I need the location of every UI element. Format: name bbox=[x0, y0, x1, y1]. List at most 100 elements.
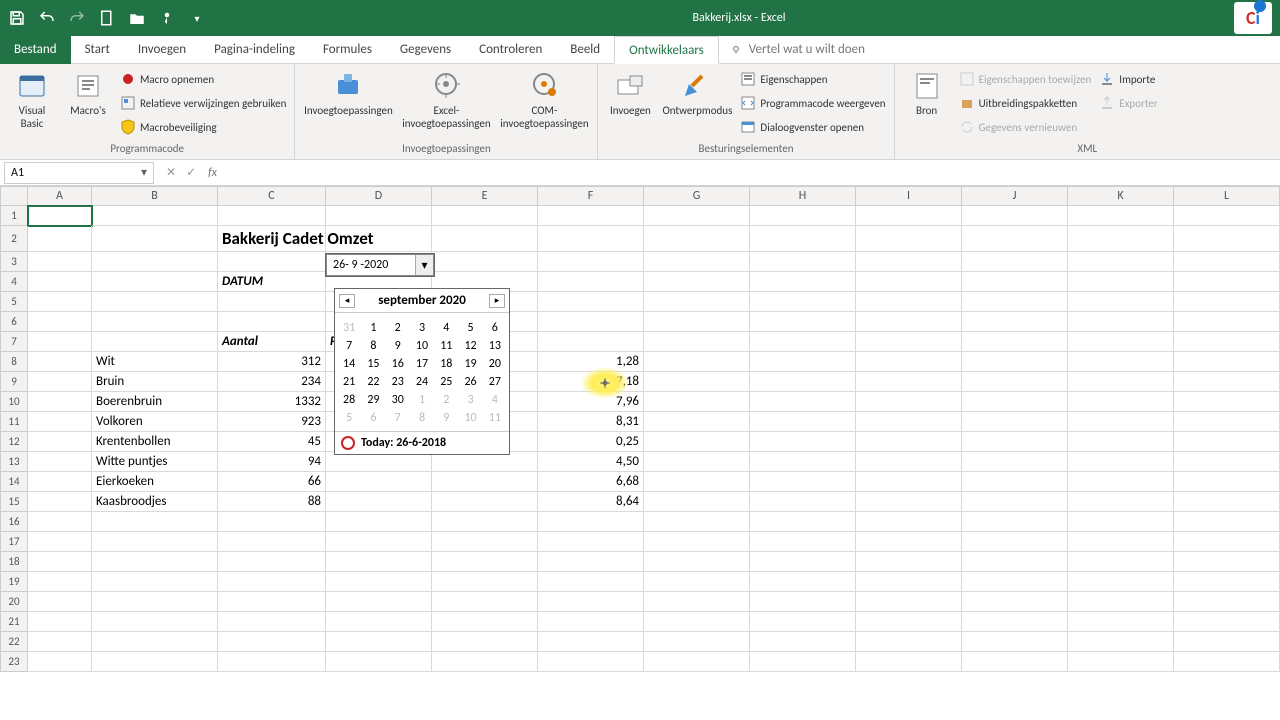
cell[interactable] bbox=[1068, 392, 1174, 412]
cell[interactable] bbox=[432, 252, 538, 272]
calendar-day[interactable]: 8 bbox=[410, 409, 434, 427]
cell[interactable] bbox=[1068, 492, 1174, 512]
calendar-day[interactable]: 2 bbox=[434, 391, 458, 409]
cancel-icon[interactable]: ✕ bbox=[166, 165, 176, 180]
cell[interactable] bbox=[1174, 452, 1280, 472]
col-header[interactable]: I bbox=[856, 186, 962, 206]
cell[interactable] bbox=[1174, 312, 1280, 332]
cell[interactable] bbox=[326, 612, 432, 632]
cell[interactable] bbox=[1174, 652, 1280, 672]
cell[interactable] bbox=[1068, 572, 1174, 592]
cell[interactable] bbox=[218, 632, 326, 652]
insert-control-button[interactable]: Invoegen bbox=[606, 68, 654, 117]
cell[interactable] bbox=[28, 532, 92, 552]
cell[interactable] bbox=[962, 552, 1068, 572]
col-header[interactable]: A bbox=[28, 186, 92, 206]
cell[interactable] bbox=[962, 252, 1068, 272]
cell[interactable] bbox=[28, 206, 92, 226]
cell[interactable] bbox=[856, 312, 962, 332]
cell[interactable] bbox=[432, 572, 538, 592]
cell[interactable] bbox=[1068, 226, 1174, 252]
cell[interactable] bbox=[644, 452, 750, 472]
cell[interactable] bbox=[962, 292, 1068, 312]
design-mode-button[interactable]: Ontwerpmodus bbox=[662, 68, 732, 117]
cell[interactable] bbox=[750, 272, 856, 292]
cell[interactable] bbox=[1068, 532, 1174, 552]
row-header[interactable]: 19 bbox=[0, 572, 28, 592]
cell[interactable] bbox=[750, 292, 856, 312]
cell[interactable] bbox=[962, 432, 1068, 452]
cell[interactable] bbox=[962, 412, 1068, 432]
calendar-day[interactable]: 24 bbox=[410, 373, 434, 391]
record-macro-button[interactable]: Macro opnemen bbox=[120, 68, 286, 90]
tab-insert[interactable]: Invoegen bbox=[124, 36, 200, 64]
cell[interactable] bbox=[856, 352, 962, 372]
cell[interactable] bbox=[644, 412, 750, 432]
cell[interactable] bbox=[750, 352, 856, 372]
cell[interactable] bbox=[1174, 472, 1280, 492]
cell[interactable] bbox=[326, 572, 432, 592]
redo-icon[interactable] bbox=[68, 9, 86, 27]
cell[interactable] bbox=[1174, 372, 1280, 392]
cell[interactable] bbox=[856, 332, 962, 352]
cell[interactable] bbox=[326, 226, 432, 252]
cell[interactable] bbox=[538, 312, 644, 332]
cell[interactable] bbox=[92, 532, 218, 552]
cell[interactable] bbox=[28, 612, 92, 632]
cell[interactable] bbox=[962, 332, 1068, 352]
cell[interactable] bbox=[432, 206, 538, 226]
cell[interactable] bbox=[856, 452, 962, 472]
cell[interactable] bbox=[1174, 352, 1280, 372]
cell[interactable] bbox=[326, 512, 432, 532]
cell[interactable] bbox=[1174, 432, 1280, 452]
cell[interactable] bbox=[538, 652, 644, 672]
cell[interactable] bbox=[92, 632, 218, 652]
cell[interactable] bbox=[856, 592, 962, 612]
cell[interactable] bbox=[750, 572, 856, 592]
cell[interactable] bbox=[644, 632, 750, 652]
excel-addins-button[interactable]: Excel- invoegtoepassingen bbox=[401, 68, 491, 130]
cell[interactable] bbox=[1174, 532, 1280, 552]
calendar-day[interactable]: 27 bbox=[483, 373, 507, 391]
row-header[interactable]: 4 bbox=[0, 272, 28, 292]
calendar-day[interactable]: 20 bbox=[483, 355, 507, 373]
cell[interactable] bbox=[962, 472, 1068, 492]
cell[interactable] bbox=[856, 432, 962, 452]
calendar-day[interactable]: 16 bbox=[386, 355, 410, 373]
cell[interactable] bbox=[538, 612, 644, 632]
cell[interactable] bbox=[856, 552, 962, 572]
cell[interactable] bbox=[218, 206, 326, 226]
cell[interactable] bbox=[644, 206, 750, 226]
cell[interactable] bbox=[92, 512, 218, 532]
cell[interactable] bbox=[1174, 412, 1280, 432]
cell[interactable] bbox=[962, 612, 1068, 632]
cell[interactable] bbox=[538, 592, 644, 612]
undo-icon[interactable] bbox=[38, 9, 56, 27]
cell[interactable] bbox=[538, 252, 644, 272]
row-header[interactable]: 23 bbox=[0, 652, 28, 672]
calendar-next-button[interactable]: ▸ bbox=[489, 294, 505, 308]
cell[interactable] bbox=[1174, 292, 1280, 312]
cell[interactable] bbox=[28, 352, 92, 372]
select-all-corner[interactable] bbox=[0, 186, 28, 206]
row-header[interactable]: 3 bbox=[0, 252, 28, 272]
cell[interactable] bbox=[28, 312, 92, 332]
cell[interactable] bbox=[92, 572, 218, 592]
row-header[interactable]: 6 bbox=[0, 312, 28, 332]
cell[interactable] bbox=[644, 312, 750, 332]
cell[interactable] bbox=[28, 412, 92, 432]
cell[interactable] bbox=[432, 652, 538, 672]
cell[interactable] bbox=[750, 612, 856, 632]
cell[interactable]: 8,31 bbox=[538, 412, 644, 432]
cell[interactable] bbox=[962, 632, 1068, 652]
cell[interactable] bbox=[28, 292, 92, 312]
properties-button[interactable]: Eigenschappen bbox=[740, 68, 885, 90]
calendar-day[interactable]: 28 bbox=[337, 391, 361, 409]
cell[interactable] bbox=[326, 532, 432, 552]
cell[interactable] bbox=[750, 312, 856, 332]
row-header[interactable]: 7 bbox=[0, 332, 28, 352]
cell[interactable] bbox=[750, 492, 856, 512]
new-file-icon[interactable] bbox=[98, 9, 116, 27]
cell[interactable] bbox=[750, 432, 856, 452]
calendar-day[interactable]: 26 bbox=[458, 373, 482, 391]
